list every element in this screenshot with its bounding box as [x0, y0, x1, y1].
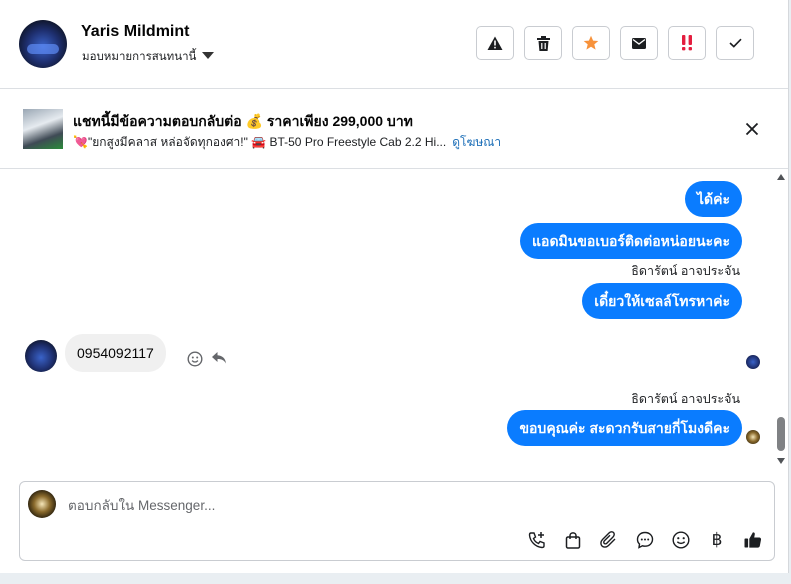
trash-icon [536, 35, 550, 51]
call-add-icon [528, 532, 545, 549]
message-composer: ฿ [19, 481, 775, 561]
scrollbar-thumb[interactable] [777, 417, 785, 451]
ad-title: แชทนี้มีข้อความตอบกลับต่อ 💰 ราคาเพียง 29… [73, 113, 413, 129]
check-icon [728, 38, 742, 48]
assign-conversation-dropdown[interactable]: มอบหมายการสนทนานี้ [82, 48, 215, 66]
message-bubble-outgoing[interactable]: ได้ค่ะ [684, 181, 742, 217]
star-icon [583, 35, 599, 50]
mark-spam-button[interactable] [476, 26, 514, 60]
mark-done-button[interactable] [716, 26, 754, 60]
emoji-button[interactable] [670, 529, 692, 551]
chat-bubble-icon [636, 531, 654, 549]
assign-label: มอบหมายการสนทนานี้ [82, 51, 197, 63]
conversation-header: Yaris Mildmint มอบหมายการสนทนานี้ [0, 0, 788, 89]
close-icon [745, 122, 759, 136]
sender-name: ธิดารัตน์ อาจประจัน [631, 264, 740, 278]
payment-button[interactable]: ฿ [706, 529, 728, 551]
message-scrollbar[interactable] [774, 169, 788, 469]
priority-button[interactable] [668, 26, 706, 60]
spam-warning-icon [487, 36, 503, 50]
star-button[interactable] [572, 26, 610, 60]
close-banner-button[interactable] [742, 119, 762, 139]
like-button[interactable] [742, 529, 764, 551]
shopping-bag-icon [565, 532, 581, 549]
mail-icon [632, 37, 646, 49]
mark-unread-button[interactable] [620, 26, 658, 60]
view-ad-link[interactable]: ดูโฆษณา [452, 135, 501, 149]
attach-button[interactable] [598, 529, 620, 551]
delete-button[interactable] [524, 26, 562, 60]
react-emoji-icon[interactable] [187, 351, 203, 367]
reply-icon[interactable] [211, 351, 227, 365]
contact-name[interactable]: Yaris Mildmint [81, 23, 189, 41]
sent-indicator-avatar [746, 430, 760, 444]
message-list: ได้ค่ะ แอดมินขอเบอร์ติดต่อหน่อยนะคะ ธิดา… [0, 169, 788, 469]
message-bubble-incoming[interactable]: 0954092117 [65, 334, 166, 372]
contact-avatar-small [25, 340, 57, 372]
page-avatar [28, 490, 56, 518]
message-bubble-outgoing[interactable]: แอดมินขอเบอร์ติดต่อหน่อยนะคะ [520, 223, 742, 259]
sender-name: ธิดารัตน์ อาจประจัน [631, 392, 740, 406]
ad-context-banner: แชทนี้มีข้อความตอบกลับต่อ 💰 ราคาเพียง 29… [0, 89, 788, 169]
ad-thumbnail[interactable] [23, 109, 63, 149]
baht-icon: ฿ [711, 529, 723, 550]
thumbs-up-icon [744, 532, 762, 548]
attachment-icon [600, 531, 616, 548]
reply-input[interactable] [66, 490, 750, 520]
shop-button[interactable] [562, 529, 584, 551]
scroll-down-icon[interactable] [776, 457, 786, 465]
conversation-panel: Yaris Mildmint มอบหมายการสนทนานี้ แชทนี้… [0, 0, 789, 573]
message-bubble-outgoing[interactable]: เดี๋ยวให้เซลล์โทรหาค่ะ [582, 283, 742, 319]
seen-indicator-avatar [746, 355, 760, 369]
chevron-down-icon [202, 51, 215, 59]
ad-description: 💘"ยกสูงมีคลาส หล่อจัดทุกองศา!" 🚘 BT-50 P… [73, 135, 447, 149]
saved-replies-button[interactable] [634, 529, 656, 551]
scroll-up-icon[interactable] [776, 173, 786, 181]
emoji-icon [672, 531, 690, 549]
contact-avatar[interactable] [19, 20, 67, 68]
ad-subtitle: 💘"ยกสูงมีคลาส หล่อจัดทุกองศา!" 🚘 BT-50 P… [73, 133, 501, 152]
priority-icon [682, 35, 692, 51]
message-bubble-outgoing[interactable]: ขอบคุณค่ะ สะดวกรับสายกี่โมงดีคะ [507, 410, 742, 446]
call-button[interactable] [526, 529, 548, 551]
